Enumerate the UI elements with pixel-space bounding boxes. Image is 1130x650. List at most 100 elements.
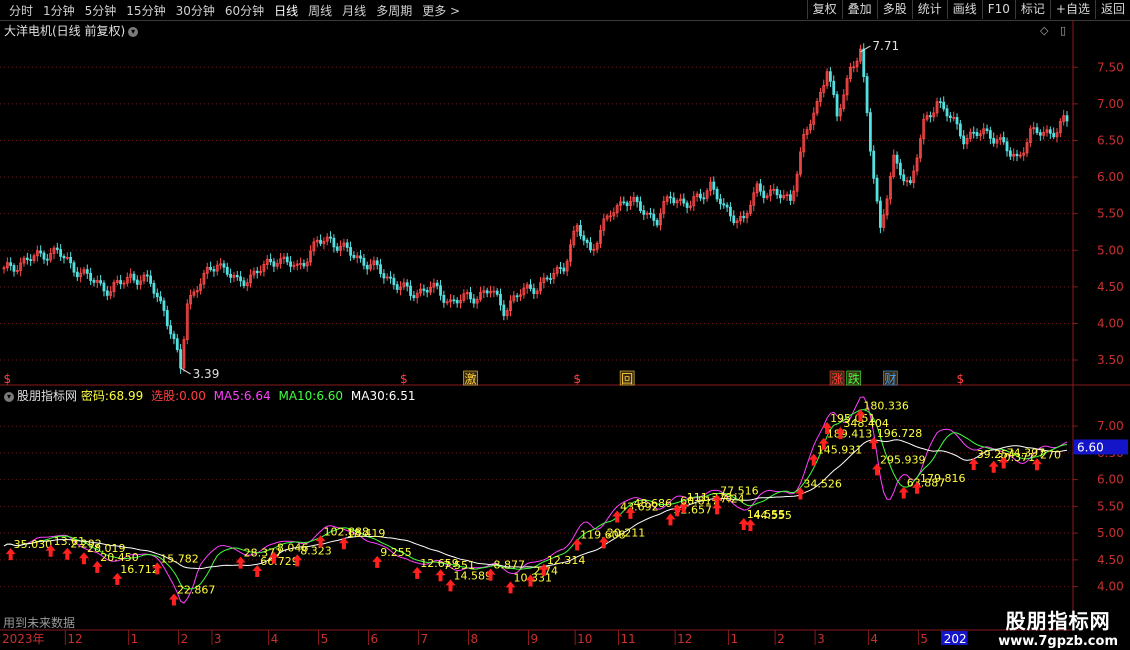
candle-body [829,71,832,82]
candle-body [345,242,349,248]
candle-body [455,299,459,304]
candle-body [868,112,872,152]
candle-body [25,257,29,261]
price-tick-label: 6.00 [1097,170,1124,184]
candle-body [235,274,239,278]
candle-body [439,285,442,296]
candle-body [872,150,876,179]
watermark-title: 股朋指标网 [1005,609,1111,633]
signal-label: 14.589 [454,569,493,582]
candle-body [515,295,519,298]
candle-body [359,255,362,259]
candle-body [719,198,722,205]
candle-body [485,290,489,294]
candle-body [225,266,229,275]
candle-body [435,282,439,287]
event-marker: 跌 [848,371,860,386]
candle-body [69,256,73,264]
candle-body [145,274,149,277]
event-marker: $ [400,372,408,386]
signal-label: 12.314 [547,554,586,567]
signal-label: 16.712 [120,563,159,576]
candle-body [389,276,392,279]
signal-label: 77.516 [720,484,759,497]
candle-body [722,203,726,206]
candle-body [862,48,866,77]
candle-body [332,237,336,248]
signal-label: 270 [1040,448,1061,461]
candle-body [495,290,499,295]
chart-canvas[interactable]: 3.50 4.00 4.50 5.00 5.50 6.00 6.50 7.00 7.50 4.00… [0,0,1130,650]
watermark: 股朋指标网 www.7gpzb.com [998,605,1118,649]
low-price-pointer [180,367,191,375]
indicator-tick-label: 6.00 [1097,473,1124,487]
candle-body [75,271,79,278]
signal-label: 20.211 [607,526,646,539]
candle-body [948,115,952,119]
candle-body [759,183,762,192]
candle-body [229,273,232,278]
candle-body [442,294,446,303]
candle-body [85,269,89,274]
date-label: 2023年 [2,632,45,646]
candle-body [1035,127,1039,134]
candle-body [789,194,792,201]
candle-body [62,255,66,259]
candle-body [589,242,592,251]
candle-body [878,200,882,228]
candle-body [29,259,33,262]
candle-body [175,338,179,351]
high-price-label: 7.71 [872,39,899,53]
price-tick-label: 7.00 [1097,97,1124,111]
candle-body [89,272,93,281]
candle-body [832,80,836,95]
candle-body [992,137,996,144]
date-label: 5 [321,632,329,646]
candle-body [55,247,59,250]
candle-body [319,239,322,244]
price-tick-label: 7.50 [1097,60,1124,74]
candle-body [499,293,502,306]
date-label: 1 [730,632,738,646]
candle-body [562,267,566,272]
candle-body [425,290,429,293]
candle-body [502,304,506,317]
candle-body [712,181,716,190]
candle-body [242,280,246,287]
candle-body [958,123,962,137]
candle-body [239,276,242,282]
candle-body [469,292,472,300]
candle-body [865,76,869,114]
candle-body [289,261,292,267]
signal-label: 44.555 [753,509,792,522]
candle-body [579,225,582,237]
candle-body [255,270,259,274]
date-label: 12 [677,632,692,646]
event-marker: 涨 [831,371,843,386]
candle-body [172,333,176,340]
candle-body [352,254,356,258]
candle-body [835,94,839,117]
candle-body [365,264,369,270]
date-label: 2 [777,632,785,646]
candle-body [715,188,719,200]
candle-body [179,349,183,369]
candle-body [699,193,702,199]
candle-body [545,277,549,280]
candle-body [549,278,552,280]
candle-body [39,250,43,254]
candle-body [582,235,586,241]
event-marker: 激 [465,372,477,386]
signal-label: 18.419 [347,527,386,540]
price-tick-label: 4.00 [1097,316,1124,330]
signal-label: 179.816 [920,472,966,485]
low-price-label: 3.39 [193,367,220,381]
candle-body [742,215,746,219]
date-label: 4 [271,632,279,646]
candle-body [9,262,13,266]
signal-label: 34.526 [803,478,842,491]
candle-body [585,239,589,243]
candle-body [729,206,732,217]
candle-body [972,131,976,134]
candle-body [152,283,156,294]
